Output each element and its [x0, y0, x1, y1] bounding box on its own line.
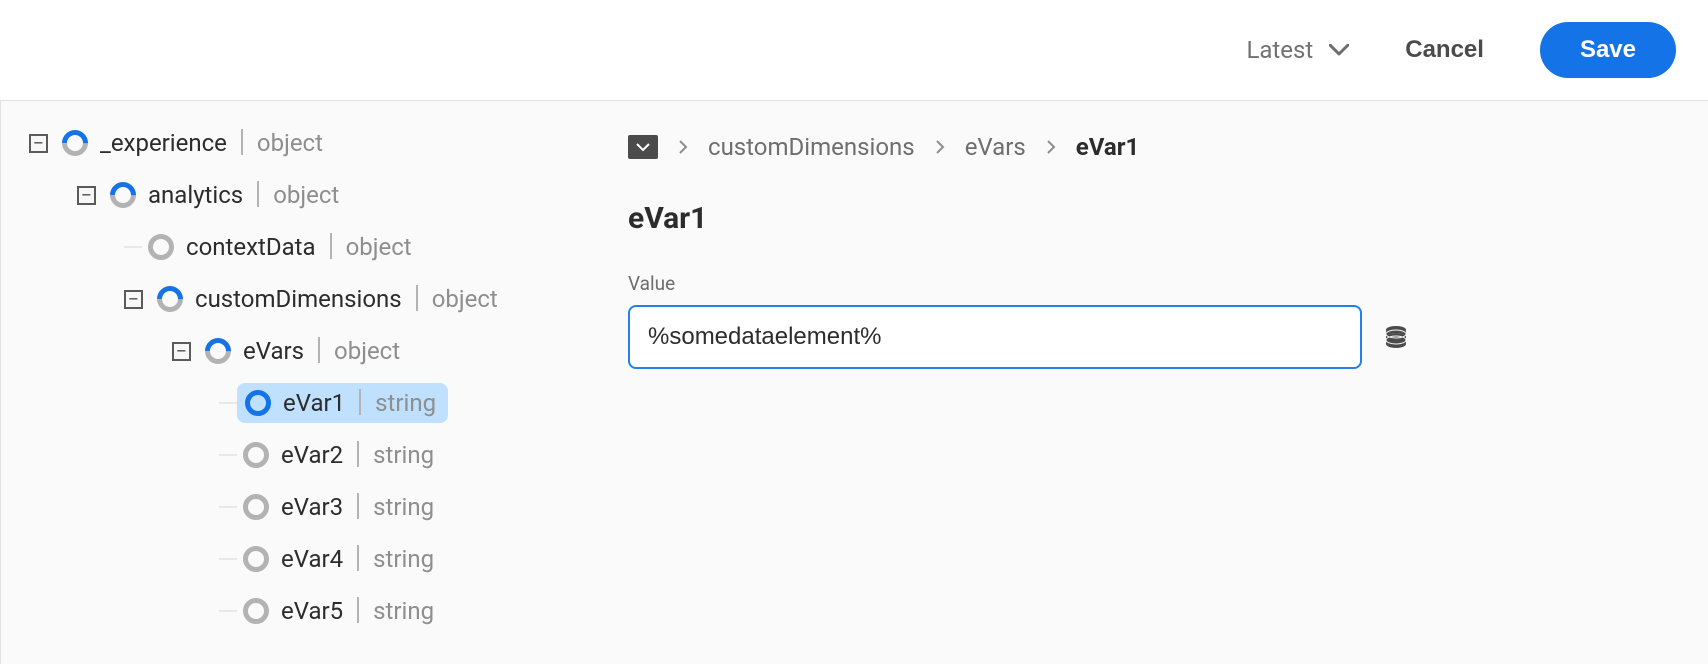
node-label: eVar3: [281, 493, 343, 521]
cancel-button[interactable]: Cancel: [1405, 36, 1484, 64]
tree-node-evars[interactable]: eVars object: [29, 325, 628, 377]
separator: [318, 337, 320, 363]
node-type: object: [257, 129, 323, 157]
node-label: eVar5: [281, 597, 343, 625]
tree-node-evar2[interactable]: eVar2 string: [29, 429, 628, 481]
node-type: object: [273, 181, 339, 209]
tree-node-analytics[interactable]: analytics object: [29, 169, 628, 221]
schema-tree: _experience object analytics object cont…: [0, 101, 628, 664]
version-dropdown[interactable]: Latest: [1246, 36, 1349, 64]
tree-node-evar3[interactable]: eVar3 string: [29, 481, 628, 533]
page-title: eVar1: [628, 201, 1708, 236]
tree-node-evar1[interactable]: eVar1 string: [29, 377, 628, 429]
tree-connector: [219, 558, 237, 560]
status-ring-icon: [245, 390, 271, 416]
status-ring-icon: [243, 442, 269, 468]
tree-connector: [219, 454, 237, 456]
status-ring-icon: [152, 281, 189, 318]
separator: [357, 545, 359, 571]
breadcrumb-current: eVar1: [1076, 133, 1140, 161]
separator: [416, 285, 418, 311]
status-ring-icon: [105, 177, 142, 214]
node-type: object: [334, 337, 400, 365]
node-type: object: [346, 233, 412, 261]
tree-connector: [124, 246, 142, 248]
separator: [357, 441, 359, 467]
collapse-icon[interactable]: [172, 342, 191, 361]
status-ring-icon: [243, 546, 269, 572]
node-label: contextData: [186, 233, 316, 261]
collapse-icon[interactable]: [124, 290, 143, 309]
status-ring-icon: [243, 598, 269, 624]
collapse-icon[interactable]: [29, 134, 48, 153]
separator: [241, 129, 243, 155]
chevron-down-icon: [1329, 44, 1349, 56]
breadcrumb-item[interactable]: customDimensions: [708, 133, 915, 161]
separator: [357, 597, 359, 623]
node-label: analytics: [148, 181, 243, 209]
node-label: eVar4: [281, 545, 343, 573]
status-ring-icon: [200, 333, 237, 370]
tree-connector: [219, 402, 237, 404]
save-button[interactable]: Save: [1540, 22, 1676, 78]
node-type: string: [373, 493, 434, 521]
node-label: customDimensions: [195, 285, 402, 313]
status-ring-icon: [148, 234, 174, 260]
node-type: string: [373, 545, 434, 573]
node-label: eVar1: [283, 389, 345, 417]
node-label: _experience: [100, 129, 227, 157]
node-label: eVars: [243, 337, 304, 365]
breadcrumb-item[interactable]: eVars: [965, 133, 1026, 161]
tree-node-evar5[interactable]: eVar5 string: [29, 585, 628, 637]
chevron-right-icon: [1046, 139, 1056, 155]
separator: [257, 181, 259, 207]
node-label: eVar2: [281, 441, 343, 469]
breadcrumb: customDimensions eVars eVar1: [628, 133, 1708, 161]
node-type: string: [373, 441, 434, 469]
tree-connector: [219, 506, 237, 508]
data-element-picker-icon[interactable]: [1382, 323, 1410, 351]
status-ring-icon: [243, 494, 269, 520]
chevron-right-icon: [935, 139, 945, 155]
status-ring-icon: [57, 125, 94, 162]
chevron-right-icon: [678, 139, 688, 155]
tree-node-customdimensions[interactable]: customDimensions object: [29, 273, 628, 325]
value-field-label: Value: [628, 272, 1708, 295]
separator: [357, 493, 359, 519]
separator: [359, 389, 361, 415]
tree-node-experience[interactable]: _experience object: [29, 117, 628, 169]
root-folder-icon[interactable]: [628, 135, 658, 159]
node-type: string: [373, 597, 434, 625]
selected-node-pill: eVar1 string: [237, 383, 448, 423]
version-label: Latest: [1246, 36, 1313, 64]
node-type: object: [432, 285, 498, 313]
tree-connector: [219, 610, 237, 612]
value-input[interactable]: [628, 305, 1362, 369]
tree-node-contextdata[interactable]: contextData object: [29, 221, 628, 273]
node-type: string: [375, 389, 436, 417]
tree-node-evar4[interactable]: eVar4 string: [29, 533, 628, 585]
separator: [330, 233, 332, 259]
collapse-icon[interactable]: [77, 186, 96, 205]
